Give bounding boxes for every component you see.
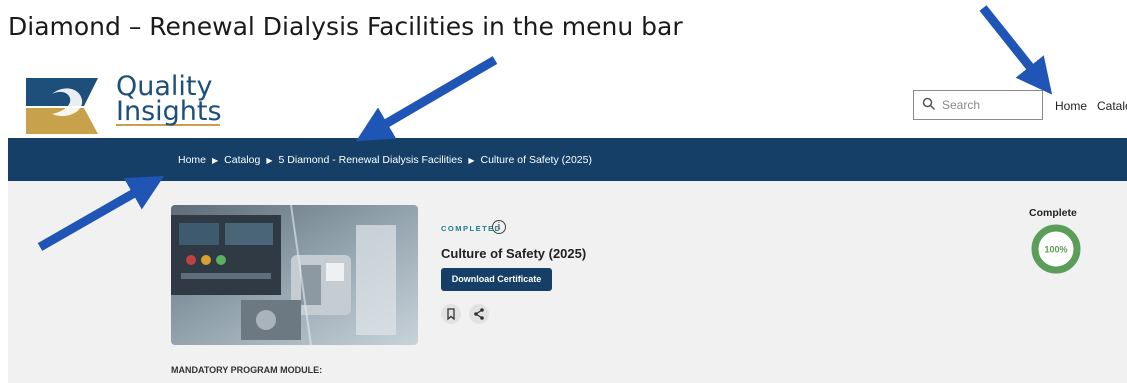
quality-insights-logo[interactable]: Quality Insights (22, 73, 232, 136)
breadcrumb: Home ▶ Catalog ▶ 5 Diamond - Renewal Dialysi… (178, 154, 592, 166)
course-title: Culture of Safety (2025) (441, 246, 587, 261)
search-icon (922, 97, 936, 111)
progress-ring-graphic: 100% (1031, 224, 1081, 274)
nav-link-home[interactable]: Home (1055, 99, 1087, 113)
breadcrumb-current-course: Culture of Safety (2025) (480, 154, 592, 166)
share-icon (474, 308, 484, 320)
breadcrumb-separator-icon: ▶ (266, 156, 273, 165)
logo-line-insights: Insights (116, 96, 222, 127)
breadcrumb-separator-icon: ▶ (212, 156, 219, 165)
course-thumbnail (171, 205, 418, 345)
dialysis-machine-image (171, 205, 418, 345)
progress-value: 100% (1044, 245, 1067, 255)
progress-ring: 100% (1030, 223, 1082, 275)
breadcrumb-bar: Home ▶ Catalog ▶ 5 Diamond - Renewal Dialysi… (8, 138, 1127, 181)
logo-mark-icon (26, 78, 98, 134)
breadcrumb-separator-icon: ▶ (468, 156, 475, 165)
search-placeholder: Search (942, 98, 981, 112)
section-heading: MANDATORY PROGRAM MODULE: (171, 365, 323, 375)
breadcrumb-home[interactable]: Home (178, 154, 206, 166)
course-content: COMPLETED i Culture of Safety (2025) Dow… (8, 181, 1127, 383)
breadcrumb-catalog[interactable]: Catalog (224, 154, 260, 166)
bookmark-button[interactable] (441, 304, 461, 324)
share-button[interactable] (469, 304, 489, 324)
nav-link-catalog[interactable]: Catalo (1097, 99, 1127, 113)
download-certificate-button[interactable]: Download Certificate (441, 268, 552, 291)
site-header: Quality Insights Search Home Catalo (8, 70, 1127, 138)
breadcrumb-diamond-facilities[interactable]: 5 Diamond - Renewal Dialysis Facilities (279, 154, 463, 166)
info-icon[interactable]: i (492, 220, 506, 234)
screenshot-stage: Diamond – Renewal Dialysis Facilities in… (0, 0, 1127, 383)
annotation-caption: Diamond – Renewal Dialysis Facilities in… (8, 12, 683, 41)
logo-wordmark: Quality Insights (116, 73, 222, 127)
search-input[interactable]: Search (913, 90, 1043, 120)
progress-label: Complete (1029, 207, 1077, 219)
bookmark-icon (447, 308, 455, 321)
